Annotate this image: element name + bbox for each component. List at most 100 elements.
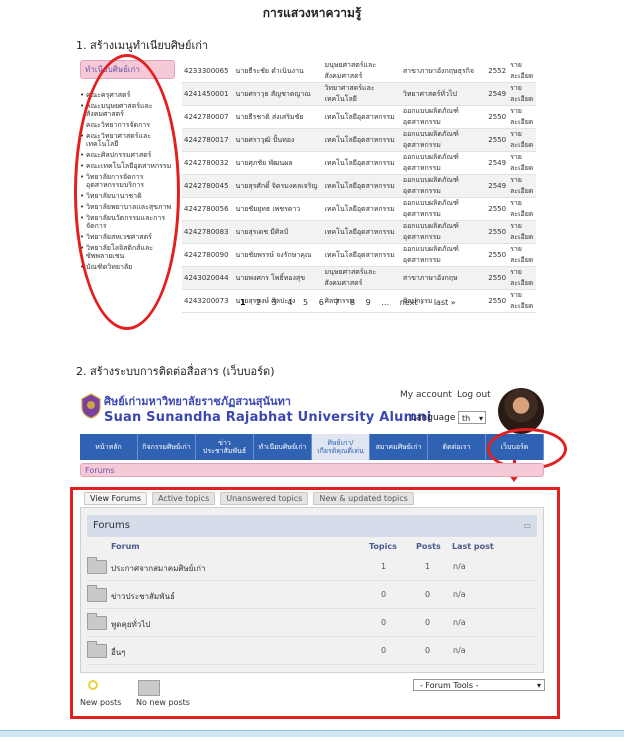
major: วิทยาศาสตร์ทั่วไป xyxy=(400,82,485,106)
folder-icon xyxy=(87,557,107,574)
student-name: นายศราวุฒิ ปั้นทอง xyxy=(233,128,323,152)
student-name: นายพงศกร โพธิ์ทองสุข xyxy=(233,266,323,290)
detail-link[interactable]: รายละเอียด xyxy=(508,220,536,244)
forum-link[interactable]: พูดคุยทั่วไป xyxy=(111,618,150,631)
major: ออกแบบผลิตภัณฑ์อุตสาหกรรม xyxy=(400,105,485,129)
forum-link[interactable]: ประกาศจากสมาคมศิษย์เก่า xyxy=(111,562,206,575)
page-link[interactable]: 6 xyxy=(319,298,324,307)
nav-activities[interactable]: กิจกรรมศิษย์เก่า xyxy=(138,434,196,460)
faculty: เทคโนโลยีอุตสาหกรรม xyxy=(322,105,401,129)
table-row: 4242780083 นายสุรเดช มีศิลป์ เทคโนโลยีอุตส… xyxy=(182,220,536,244)
last-page-link[interactable]: last » xyxy=(434,298,456,307)
new-posts-icon xyxy=(88,680,98,690)
student-id: 4241450001 xyxy=(182,82,234,106)
logout-link[interactable]: Log out xyxy=(457,390,491,400)
language-select[interactable]: th xyxy=(458,411,486,425)
detail-link[interactable]: รายละเอียด xyxy=(508,82,536,106)
student-id: 4243020044 xyxy=(182,266,234,290)
student-id: 4233300065 xyxy=(182,60,234,83)
student-name: นายชัยพรรษ์ จงรักษาคุณ xyxy=(233,243,323,267)
tab-active-topics[interactable]: Active topics xyxy=(152,492,216,505)
highlight-oval-sidebar xyxy=(74,54,180,330)
nav-association[interactable]: สมาคมศิษย์เก่า xyxy=(370,434,428,460)
student-id: 4242780090 xyxy=(182,243,234,267)
forum-tools-select[interactable]: - Forum Tools - xyxy=(413,679,545,692)
detail-link[interactable]: รายละเอียด xyxy=(508,60,536,83)
page-link[interactable]: 9 xyxy=(366,298,371,307)
detail-link[interactable]: รายละเอียด xyxy=(508,243,536,267)
pagination: 1 2 3 4 5 6 7 8 9 … next › last » xyxy=(240,298,464,307)
nav-home[interactable]: หน้าหลัก xyxy=(80,434,138,460)
detail-link[interactable]: รายละเอียด xyxy=(508,197,536,221)
student-id: 4242780056 xyxy=(182,197,234,221)
last-post: n/a xyxy=(453,562,466,571)
tab-new-updated-topics[interactable]: New & updated topics xyxy=(313,492,414,505)
page-ellipsis: … xyxy=(381,298,390,307)
student-id: 4242780045 xyxy=(182,174,234,198)
forums-bar: Forums xyxy=(80,463,544,477)
detail-link[interactable]: รายละเอียด xyxy=(508,151,536,175)
table-row: 4242780045 นายสุรศักดิ์ จิตรมงคลเจริญ เทคโ… xyxy=(182,174,536,198)
grad-year: 2550 xyxy=(484,197,509,221)
last-post: n/a xyxy=(453,646,466,655)
detail-link[interactable]: รายละเอียด xyxy=(508,174,536,198)
section2-heading: 2. สร้างระบบการติดต่อสื่อสาร (เว็บบอร์ด) xyxy=(76,365,275,378)
site-name-en: Suan Sunandha Rajabhat University Alumni xyxy=(104,410,432,425)
page-link[interactable]: 8 xyxy=(350,298,355,307)
major: ออกแบบผลิตภัณฑ์อุตสาหกรรม xyxy=(400,243,485,267)
next-page-link[interactable]: next › xyxy=(400,298,423,307)
collapse-icon[interactable]: ▭ xyxy=(523,515,531,537)
detail-link[interactable]: รายละเอียด xyxy=(508,128,536,152)
page-link[interactable]: 5 xyxy=(303,298,308,307)
tab-unanswered-topics[interactable]: Unanswered topics xyxy=(220,492,309,505)
page-link[interactable]: 3 xyxy=(272,298,277,307)
student-id: 4242780083 xyxy=(182,220,234,244)
page-link[interactable]: 2 xyxy=(256,298,261,307)
forum-link[interactable]: อื่นๆ xyxy=(111,646,126,659)
detail-link[interactable]: รายละเอียด xyxy=(508,289,536,313)
detail-link[interactable]: รายละเอียด xyxy=(508,266,536,290)
major: ออกแบบผลิตภัณฑ์อุตสาหกรรม xyxy=(400,220,485,244)
faculty: เทคโนโลยีอุตสาหกรรม xyxy=(322,220,401,244)
faculty: เทคโนโลยีอุตสาหกรรม xyxy=(322,174,401,198)
faculty: เทคโนโลยีอุตสาหกรรม xyxy=(322,151,401,175)
faculty: เทคโนโลยีอุตสาหกรรม xyxy=(322,128,401,152)
page-link[interactable]: 1 xyxy=(240,298,246,307)
student-name: นายชัยยุทธ เพชรดาว xyxy=(233,197,323,221)
panel-title: Forums xyxy=(93,520,130,531)
student-id: 4242780032 xyxy=(182,151,234,175)
table-row: 4242780007 นายธีรชาติ ส่งเสริมชัย เทคโนโลย… xyxy=(182,105,536,129)
language-label: Language xyxy=(411,413,456,423)
page-link[interactable]: 7 xyxy=(334,298,339,307)
site-name[interactable]: ศิษย์เก่ามหาวิทยาลัยราชภัฏสวนสุนันทา Sua… xyxy=(104,392,431,425)
topics-count: 0 xyxy=(381,590,387,599)
nav-honors[interactable]: ศิษย์เก่า/เกียรติคุณดีเด่น xyxy=(312,434,370,460)
col-forum: Forum xyxy=(111,542,140,551)
nav-directory[interactable]: ทำเนียบศิษย์เก่า xyxy=(254,434,312,460)
detail-link[interactable]: รายละเอียด xyxy=(508,105,536,129)
student-name: นายธีรชาติ ส่งเสริมชัย xyxy=(233,105,323,129)
folder-icon xyxy=(87,641,107,658)
faculty: เทคโนโลยีอุตสาหกรรม xyxy=(322,243,401,267)
forum-row: ประกาศจากสมาคมศิษย์เก่า 1 1 n/a xyxy=(87,554,537,581)
student-name: นายศุภชัย พัฒนผล xyxy=(233,151,323,175)
major: สาขาภาษาอังกฤษ xyxy=(400,266,485,290)
grad-year: 2550 xyxy=(484,220,509,244)
forum-link[interactable]: ข่าวประชาสัมพันธ์ xyxy=(111,590,175,603)
tab-view-forums[interactable]: View Forums xyxy=(84,492,148,505)
nav-news[interactable]: ข่าวประชาสัมพันธ์ xyxy=(196,434,254,460)
grad-year: 2550 xyxy=(484,128,509,152)
forum-panel: Forums ▭ Forum Topics Posts Last post ปร… xyxy=(80,507,544,673)
page-link[interactable]: 4 xyxy=(287,298,292,307)
nav-contact[interactable]: ติดต่อเรา xyxy=(428,434,486,460)
table-row: 4242780056 นายชัยยุทธ เพชรดาว เทคโนโลยีอุต… xyxy=(182,197,536,221)
topics-count: 1 xyxy=(381,562,387,571)
student-name: นายธีระชัย ดำเนินงาน xyxy=(233,60,323,83)
avatar[interactable] xyxy=(498,388,544,434)
student-name: นายศราวุธ สัญชาตญาณ xyxy=(233,82,323,106)
forum-row: พูดคุยทั่วไป 0 0 n/a xyxy=(87,610,537,637)
grad-year: 2549 xyxy=(484,151,509,175)
forum-tabs: View Forums Active topics Unanswered top… xyxy=(84,492,419,505)
table-row: 4243020044 นายพงศกร โพธิ์ทองสุข มนุษยศาสตร… xyxy=(182,266,536,290)
my-account-link[interactable]: My account xyxy=(400,390,452,400)
